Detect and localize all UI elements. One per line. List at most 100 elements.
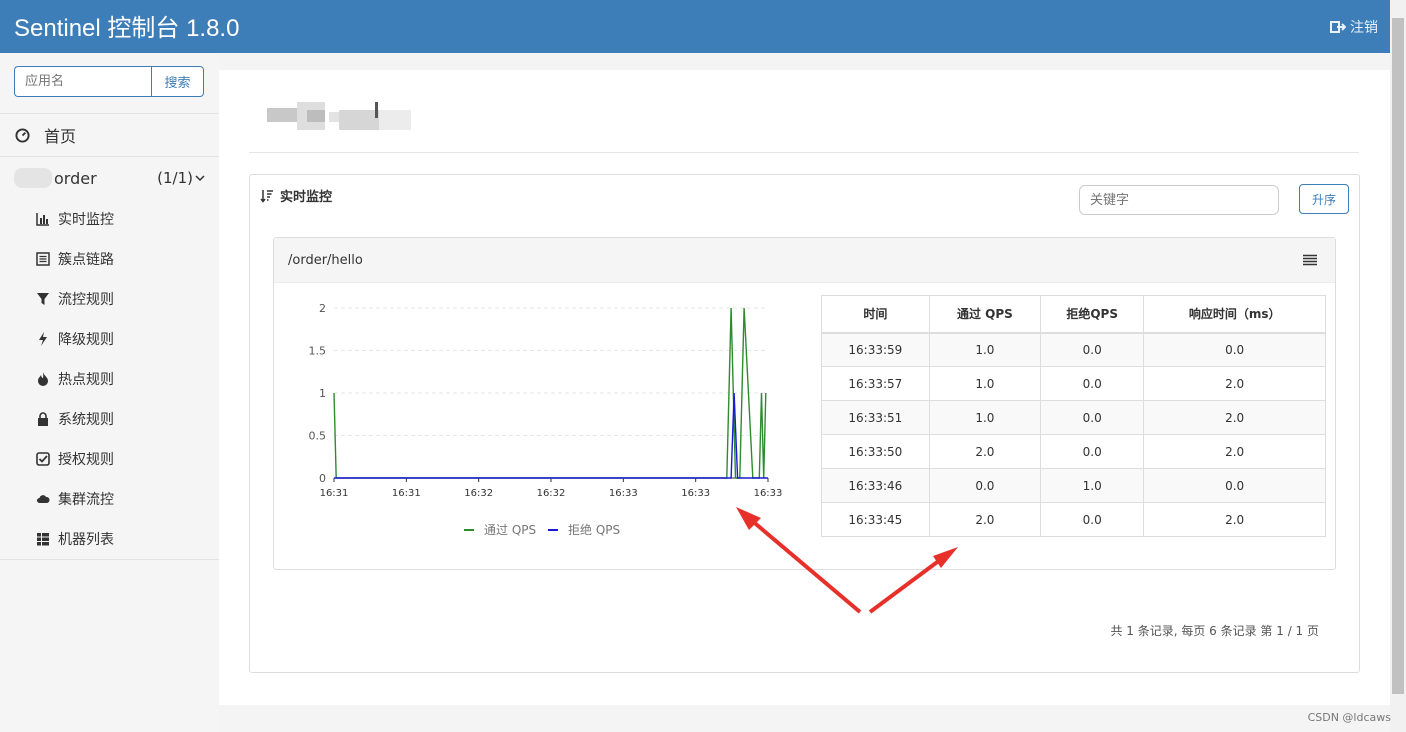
top-navbar: Sentinel 控制台 1.8.0 注销 — [0, 0, 1390, 53]
app-submenu: 实时监控 簇点链路 流控规则 降级规则 热点规则 系统规则 授权规则 集群流控 — [0, 199, 219, 559]
cell-time: 16:33:50 — [821, 434, 930, 469]
redacted-app-title — [267, 102, 411, 130]
redacted-app-prefix — [14, 168, 52, 188]
footer-credit: CSDN @ldcaws — [1307, 711, 1391, 724]
cell-rt: 2.0 — [1143, 434, 1326, 469]
sort-amount-icon — [260, 189, 273, 203]
app-search-input[interactable] — [14, 66, 151, 97]
col-time: 时间 — [821, 295, 930, 334]
app-machine-count: (1/1) — [157, 169, 205, 187]
lock-icon — [36, 412, 50, 426]
cloud-icon — [36, 492, 50, 506]
logout-link[interactable]: 注销 — [1330, 17, 1378, 37]
page-scrollbar[interactable] — [1390, 0, 1406, 732]
table-row: 16:33:57 1.0 0.0 2.0 — [821, 366, 1326, 401]
sidebar-item-label: 机器列表 — [58, 532, 114, 548]
x-tick-label: 16:31 — [320, 488, 349, 499]
app-search-button[interactable]: 搜索 — [151, 66, 204, 97]
y-tick-label: 1 — [319, 387, 326, 400]
sidebar-item-label: 热点规则 — [58, 372, 114, 388]
red-annotation-arrows — [736, 507, 958, 614]
filter-icon — [36, 292, 50, 306]
app-search: 搜索 — [14, 66, 204, 97]
cell-block-qps: 0.0 — [1040, 502, 1145, 537]
sidebar-item-authority-rules[interactable]: 授权规则 — [0, 439, 219, 479]
x-tick-label: 16:32 — [537, 488, 566, 499]
sidebar-item-label: 授权规则 — [58, 452, 114, 468]
dashboard-icon — [15, 127, 30, 143]
sidebar-item-label: 簇点链路 — [58, 252, 114, 268]
cell-time: 16:33:51 — [821, 400, 930, 435]
sidebar-item-machine-list[interactable]: 机器列表 — [0, 519, 219, 559]
table-row: 16:33:50 2.0 0.0 2.0 — [821, 434, 1326, 469]
legend-label-1: 拒绝 QPS — [568, 522, 620, 537]
x-tick-label: 16:32 — [464, 488, 493, 499]
sidebar-item-hotspot-rules[interactable]: 热点规则 — [0, 359, 219, 399]
cell-pass-qps: 1.0 — [928, 332, 1042, 367]
y-tick-label: 0 — [319, 472, 326, 485]
sidebar-item-label: 集群流控 — [58, 492, 114, 508]
sidebar-item-flow-rules[interactable]: 流控规则 — [0, 279, 219, 319]
scrollbar-thumb[interactable] — [1392, 18, 1404, 694]
app-brand-title[interactable]: Sentinel 控制台 1.8.0 — [14, 8, 239, 43]
sidebar-item-label: 系统规则 — [58, 412, 114, 428]
cell-rt: 0.0 — [1143, 332, 1326, 367]
sidebar-item-label: 实时监控 — [58, 212, 114, 228]
x-tick-label: 16:31 — [392, 488, 421, 499]
keyword-input[interactable] — [1079, 185, 1279, 215]
th-list-icon — [36, 532, 50, 546]
cell-time: 16:33:57 — [821, 366, 930, 401]
fire-icon — [36, 372, 50, 386]
resource-name: /order/hello — [288, 252, 363, 268]
cell-rt: 2.0 — [1143, 502, 1326, 537]
cell-block-qps: 0.0 — [1040, 366, 1145, 401]
panel-title-label: 实时监控 — [280, 190, 333, 205]
sort-ascending-button[interactable]: 升序 — [1299, 184, 1349, 214]
table-row: 16:33:59 1.0 0.0 0.0 — [821, 332, 1326, 367]
list-icon — [36, 252, 50, 266]
col-rt: 响应时间（ms） — [1143, 295, 1326, 334]
y-tick-label: 0.5 — [309, 430, 327, 443]
sidebar-item-cluster-flow[interactable]: 集群流控 — [0, 479, 219, 519]
sidebar-item-label: 降级规则 — [58, 332, 114, 348]
cell-time: 16:33:59 — [821, 332, 930, 367]
sidebar-item-realtime-monitor[interactable]: 实时监控 — [0, 199, 219, 239]
cell-rt: 0.0 — [1143, 468, 1326, 503]
bar-chart-icon — [36, 212, 50, 226]
cell-block-qps: 0.0 — [1040, 400, 1145, 435]
table-row: 16:33:51 1.0 0.0 2.0 — [821, 400, 1326, 435]
cell-rt: 2.0 — [1143, 400, 1326, 435]
table-header-row: 时间 通过 QPS 拒绝QPS 响应时间（ms） — [821, 295, 1326, 334]
sidebar: 搜索 首页 order (1/1) 实时监控 簇点链路 流控规则 降级规则 — [0, 53, 219, 732]
app-count-label: (1/1) — [157, 169, 193, 187]
sidebar-divider — [0, 559, 219, 560]
nav-app-order[interactable]: order (1/1) — [0, 157, 219, 199]
flash-icon — [36, 332, 50, 346]
logout-icon — [1330, 21, 1346, 33]
x-tick-label: 16:33 — [609, 488, 638, 499]
y-tick-label: 2 — [319, 302, 326, 315]
sidebar-item-cluster-links[interactable]: 簇点链路 — [0, 239, 219, 279]
col-block-qps: 拒绝QPS — [1040, 295, 1145, 334]
cell-pass-qps: 1.0 — [928, 366, 1042, 401]
nav-home[interactable]: 首页 — [0, 113, 219, 157]
sidebar-item-degrade-rules[interactable]: 降级规则 — [0, 319, 219, 359]
sidebar-item-system-rules[interactable]: 系统规则 — [0, 399, 219, 439]
y-tick-label: 1.5 — [309, 345, 327, 358]
app-name: order — [54, 168, 97, 188]
panel-title: 实时监控 — [260, 186, 332, 205]
cell-pass-qps: 2.0 — [928, 434, 1042, 469]
nav-home-label: 首页 — [44, 127, 77, 146]
cell-pass-qps: 1.0 — [928, 400, 1042, 435]
legend-label-0: 通过 QPS — [484, 523, 536, 537]
resource-card-header: /order/hello — [274, 238, 1335, 283]
cell-block-qps: 0.0 — [1040, 332, 1145, 367]
check-icon — [36, 452, 50, 466]
cell-block-qps: 1.0 — [1040, 468, 1145, 503]
logout-label: 注销 — [1350, 20, 1378, 36]
title-divider — [249, 152, 1359, 153]
chevron-down-icon — [195, 175, 205, 182]
menu-icon[interactable] — [1303, 254, 1317, 266]
cell-block-qps: 0.0 — [1040, 434, 1145, 469]
pagination-summary: 共 1 条记录, 每页 6 条记录 第 1 / 1 页 — [1110, 624, 1319, 638]
